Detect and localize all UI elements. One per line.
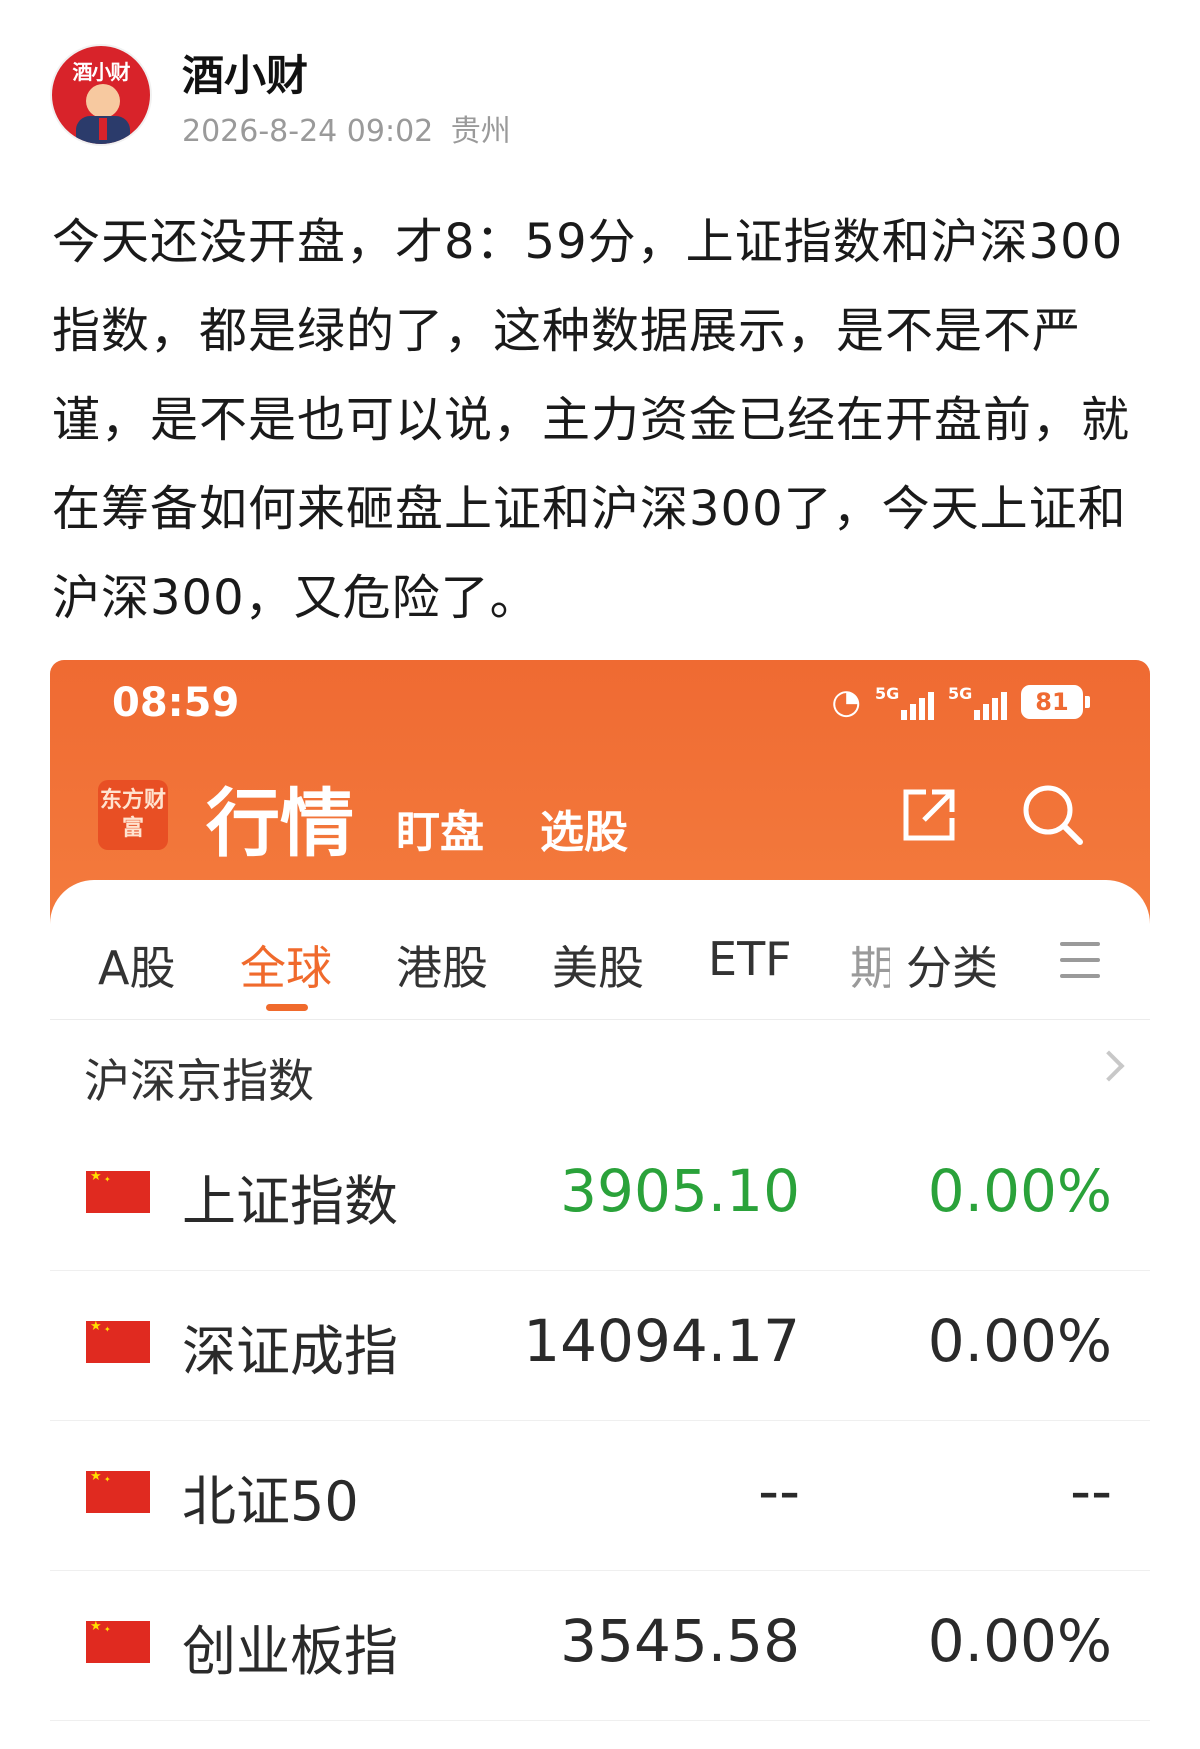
active-tab-indicator <box>266 1004 308 1011</box>
index-price: 14094.17 <box>523 1307 800 1375</box>
author-avatar[interactable]: 酒小财 <box>50 44 152 146</box>
signal-icon: 5G <box>875 684 934 720</box>
index-change: -- <box>1070 1457 1112 1525</box>
battery-level: 81 <box>1021 685 1083 719</box>
avatar-face <box>86 84 120 118</box>
tab-futures[interactable]: 期 <box>850 932 890 998</box>
index-row[interactable]: 北证50 -- -- <box>50 1421 1150 1571</box>
tab-etf[interactable]: ETF <box>708 932 792 986</box>
share-icon[interactable] <box>896 782 962 848</box>
index-name: 北证50 <box>182 1470 359 1533</box>
post-header: 酒小财 酒小财 2026-8-24 09:02 贵州 <box>50 40 1150 150</box>
author-name[interactable]: 酒小财 <box>182 42 308 103</box>
index-change: 0.00% <box>927 1157 1112 1225</box>
tab-hk[interactable]: 港股 <box>396 932 488 998</box>
menu-icon[interactable] <box>1060 942 1100 978</box>
network-label-1: 5G <box>875 684 900 703</box>
tab-us[interactable]: 美股 <box>552 932 644 998</box>
avatar-tie <box>99 118 107 140</box>
index-row[interactable]: 上证指数 3905.10 0.00% <box>50 1121 1150 1271</box>
signal-icon-2: 5G <box>948 684 1007 720</box>
index-row[interactable]: 创业板指 3545.58 0.00% <box>50 1571 1150 1721</box>
market-panel: A股 全球 港股 美股 ETF 期 分类 沪深京指数 上证指数 3905.10 … <box>50 880 1150 1749</box>
section-title: 沪深京指数 <box>84 1054 314 1108</box>
tab-categories[interactable]: 分类 <box>906 932 998 998</box>
app-nav: 东方财富 行情 盯盘 选股 <box>50 760 1150 870</box>
section-header[interactable]: 沪深京指数 <box>50 1021 1150 1121</box>
index-list: 上证指数 3905.10 0.00% 深证成指 14094.17 0.00% 北… <box>50 1121 1150 1721</box>
search-icon[interactable] <box>1020 782 1086 848</box>
index-name: 深证成指 <box>182 1320 398 1383</box>
tab-global[interactable]: 全球 <box>240 932 332 998</box>
chevron-right-icon[interactable] <box>1093 1050 1125 1082</box>
index-row[interactable]: 深证成指 14094.17 0.00% <box>50 1271 1150 1421</box>
status-icons: ◔ 5G 5G 81 <box>831 682 1090 722</box>
post-datetime: 2026-8-24 09:02 <box>182 114 434 149</box>
china-flag-icon <box>86 1619 150 1663</box>
nav-title: 行情 <box>206 781 354 867</box>
status-time: 08:59 <box>112 680 240 726</box>
app-logo[interactable]: 东方财富 <box>98 780 168 850</box>
post-location: 贵州 <box>450 114 511 149</box>
index-name: 创业板指 <box>182 1620 398 1683</box>
nav-link-screener[interactable]: 选股 <box>540 796 628 860</box>
china-flag-icon <box>86 1169 150 1213</box>
battery-icon: 81 <box>1021 685 1090 719</box>
index-name: 上证指数 <box>182 1170 398 1233</box>
post-meta: 2026-8-24 09:02 贵州 <box>182 106 519 150</box>
index-change: 0.00% <box>927 1307 1112 1375</box>
china-flag-icon <box>86 1469 150 1513</box>
index-price: -- <box>758 1457 800 1525</box>
china-flag-icon <box>86 1319 150 1363</box>
index-price: 3545.58 <box>560 1607 800 1675</box>
index-price: 3905.10 <box>560 1157 800 1225</box>
avatar-text: 酒小财 <box>72 60 131 84</box>
tab-a-shares[interactable]: A股 <box>98 932 175 998</box>
nav-link-watch[interactable]: 盯盘 <box>396 796 484 860</box>
wifi-icon: ◔ <box>831 682 861 722</box>
embedded-app-screenshot[interactable]: 08:59 ◔ 5G 5G 81 东方财富 行情 盯盘 选股 A股 全球 港股 … <box>50 660 1150 1749</box>
market-tabs: A股 全球 港股 美股 ETF 期 分类 <box>50 880 1150 1020</box>
post-body: 今天还没开盘，才8：59分，上证指数和沪深300指数，都是绿的了，这种数据展示，… <box>52 214 1131 626</box>
network-label-2: 5G <box>948 684 973 703</box>
index-change: 0.00% <box>927 1607 1112 1675</box>
